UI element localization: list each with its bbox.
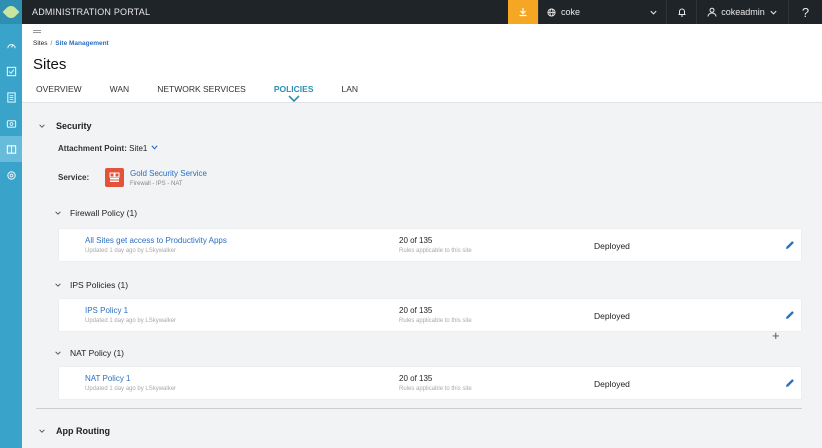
bell-icon	[678, 8, 685, 17]
deploy-status: Deployed	[594, 379, 630, 389]
chevron-down-icon	[39, 429, 45, 433]
app-routing-heading: App Routing	[56, 426, 110, 436]
page-title: Sites	[33, 56, 67, 73]
chevron-down-icon	[39, 124, 45, 128]
deploy-status: Deployed	[594, 311, 630, 321]
chevron-down-icon	[55, 283, 61, 287]
tab-policies[interactable]: POLICIES	[273, 84, 314, 103]
policy-card: NAT Policy 1 Updated 1 day ago by LSkywa…	[58, 366, 802, 400]
alert-button[interactable]	[508, 0, 538, 24]
tenant-value: coke	[561, 7, 581, 17]
user-menu[interactable]: cokeadmin	[696, 0, 788, 24]
pencil-icon[interactable]	[784, 377, 796, 389]
left-nav-rail	[0, 0, 22, 448]
app-routing-section-header[interactable]: App Routing	[38, 426, 110, 436]
attachment-point: Attachment Point: Site1	[58, 144, 159, 153]
rules-count: 20 of 135	[399, 236, 433, 245]
pencil-icon[interactable]	[784, 309, 796, 321]
add-button[interactable]: +	[772, 328, 780, 343]
policy-card: All Sites get access to Productivity App…	[58, 228, 802, 262]
tab-lan[interactable]: LAN	[342, 84, 359, 94]
chevron-down-icon	[55, 211, 61, 215]
dashboard-icon[interactable]	[0, 32, 22, 58]
user-name: cokeadmin	[721, 7, 765, 17]
active-tab-caret-icon	[288, 95, 300, 103]
rules-caption: Rules applicable to this site	[399, 318, 472, 324]
breadcrumb-current[interactable]: Site Management	[55, 40, 108, 47]
service-label: Service:	[58, 173, 90, 182]
pencil-icon[interactable]	[784, 239, 796, 251]
rules-caption: Rules applicable to this site	[399, 248, 472, 254]
security-section-header[interactable]: Security	[38, 121, 92, 131]
help-button[interactable]: ?	[788, 0, 822, 24]
nat-policy-heading: NAT Policy (1)	[70, 348, 125, 358]
app-title: ADMINISTRATION PORTAL	[32, 7, 151, 17]
breadcrumb-root[interactable]: Sites	[33, 40, 47, 47]
sites-icon[interactable]	[0, 136, 22, 162]
breadcrumb: Sites / Site Management	[33, 40, 109, 47]
chevron-down-icon	[650, 10, 657, 15]
attachment-value[interactable]: Site1	[129, 144, 147, 153]
monitor-icon[interactable]	[0, 58, 22, 84]
section-divider	[36, 408, 802, 409]
rules-count: 20 of 135	[399, 374, 433, 383]
alert-icon	[519, 8, 527, 17]
policy-name-link[interactable]: IPS Policy 1	[85, 306, 128, 315]
rules-caption: Rules applicable to this site	[399, 386, 472, 392]
chevron-down-icon	[770, 10, 777, 15]
tab-policies-label: POLICIES	[273, 84, 314, 94]
policy-updated: Updated 1 day ago by LSkywalker	[85, 318, 177, 324]
menu-icon[interactable]	[33, 30, 41, 33]
policy-name-link[interactable]: NAT Policy 1	[85, 374, 131, 383]
tab-network-services[interactable]: NETWORK SERVICES	[157, 84, 246, 94]
nat-policy-header[interactable]: NAT Policy (1)	[54, 348, 124, 358]
service-name-link[interactable]: Gold Security Service	[130, 169, 207, 178]
firewall-policy-heading: Firewall Policy (1)	[70, 208, 138, 218]
attachment-label: Attachment Point:	[58, 144, 127, 153]
tenant-select[interactable]: coke	[538, 0, 666, 24]
security-service-icon	[105, 168, 124, 187]
logo-icon[interactable]	[0, 0, 22, 24]
policy-card: IPS Policy 1 Updated 1 day ago by LSkywa…	[58, 298, 802, 332]
ips-policy-heading: IPS Policies (1)	[70, 280, 129, 290]
policies-content: Security Attachment Point: Site1 Service…	[22, 104, 822, 448]
policy-updated: Updated 1 day ago by LSkywalker	[85, 386, 177, 392]
breadcrumb-separator: /	[50, 40, 53, 47]
user-icon	[707, 7, 717, 17]
settings-icon[interactable]	[0, 162, 22, 188]
rules-count: 20 of 135	[399, 306, 433, 315]
policy-updated: Updated 1 day ago by LSkywalker	[85, 248, 177, 254]
ips-policy-header[interactable]: IPS Policies (1)	[54, 280, 128, 290]
firewall-policy-header[interactable]: Firewall Policy (1)	[54, 208, 137, 218]
chevron-down-icon	[55, 351, 61, 355]
deploy-status: Deployed	[594, 241, 630, 251]
globe-icon	[547, 7, 556, 17]
notifications-button[interactable]	[666, 0, 696, 24]
tab-overview[interactable]: OVERVIEW	[36, 84, 82, 94]
tab-wan[interactable]: WAN	[110, 84, 130, 94]
tab-bar: OVERVIEW WAN NETWORK SERVICES POLICIES L…	[36, 84, 386, 103]
service-subtitle: Firewall - IPS - NAT	[130, 181, 183, 187]
policy-name-link[interactable]: All Sites get access to Productivity App…	[85, 236, 227, 245]
chevron-down-icon[interactable]	[150, 144, 159, 151]
page-header: Sites / Site Management Sites OVERVIEW WAN…	[22, 24, 822, 103]
security-heading: Security	[56, 121, 92, 131]
top-bar: ADMINISTRATION PORTAL coke cokeadmin ?	[22, 0, 822, 24]
configure-icon[interactable]	[0, 110, 22, 136]
document-icon[interactable]	[0, 84, 22, 110]
